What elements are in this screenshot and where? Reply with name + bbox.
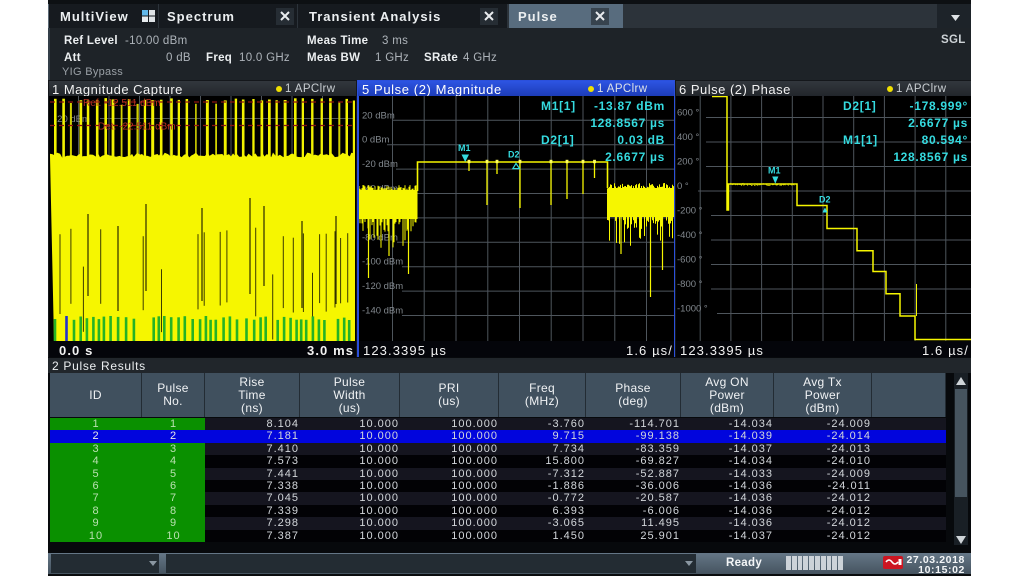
svg-text:600 °: 600 ° bbox=[677, 108, 699, 119]
svg-text:-20 dBm: -20 dBm bbox=[54, 114, 90, 125]
svg-text:200 °: 200 ° bbox=[677, 157, 699, 168]
svg-text:Ref. -12.511 dBm: Ref. -12.511 dBm bbox=[83, 98, 161, 109]
svg-text:20 dBm: 20 dBm bbox=[362, 110, 395, 121]
svg-text:M1: M1 bbox=[768, 166, 781, 176]
svg-text:D2: D2 bbox=[508, 150, 520, 160]
svg-text:-140 dBm: -140 dBm bbox=[362, 306, 403, 317]
svg-text:Det. -22.511 dBm: Det. -22.511 dBm bbox=[98, 122, 176, 133]
svg-text:-200 °: -200 ° bbox=[677, 206, 703, 217]
svg-text:400 °: 400 ° bbox=[677, 132, 699, 143]
svg-text:-120 dBm: -120 dBm bbox=[362, 281, 403, 292]
svg-text:-1000 °: -1000 ° bbox=[677, 304, 708, 315]
svg-text:D2: D2 bbox=[819, 194, 831, 204]
svg-text:0 dBm: 0 dBm bbox=[362, 135, 390, 146]
svg-text:-800 °: -800 ° bbox=[677, 279, 703, 290]
svg-text:-400 °: -400 ° bbox=[677, 230, 703, 241]
svg-text:-20 dBm: -20 dBm bbox=[362, 159, 398, 170]
svg-text:0 °: 0 ° bbox=[677, 181, 689, 192]
svg-text:-600 °: -600 ° bbox=[677, 255, 703, 266]
svg-text:M1: M1 bbox=[458, 143, 471, 153]
